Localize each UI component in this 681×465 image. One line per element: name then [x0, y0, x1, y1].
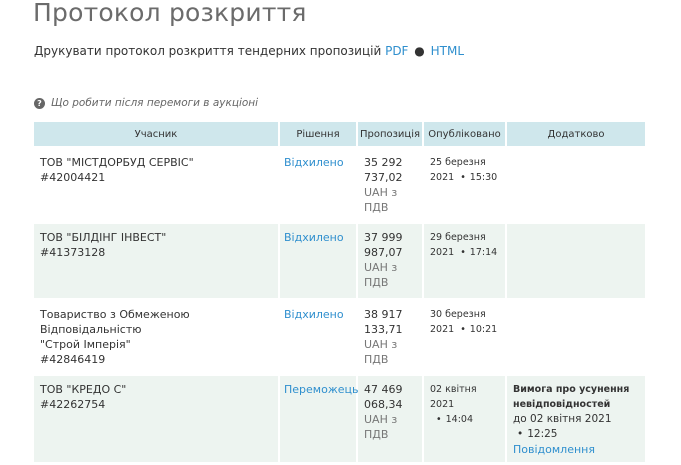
complaint-due-date: до 02 квітня 2021 [513, 413, 612, 425]
published-date: 25 березня [430, 157, 486, 168]
offer-currency: UAH з [364, 186, 398, 199]
participant-name: ТОВ "БІЛДІНГ ІНВЕСТ" [40, 231, 167, 244]
additional-cell [505, 301, 645, 373]
offer-currency: UAH з [364, 413, 398, 426]
page-title: Протокол розкриття [33, 0, 307, 27]
print-protocol-text: Друкувати протокол розкриття тендерних п… [34, 44, 382, 58]
published-time: 17:14 [469, 247, 498, 258]
participant-cell: ТОВ "МІСТДОРБУД СЕРВІС" #42004421 [34, 149, 278, 221]
decision-link[interactable]: Переможець [284, 383, 358, 396]
header-published: Опубліковано [422, 122, 505, 146]
bullet: • [460, 172, 466, 183]
table-row: ТОВ "МІСТДОРБУД СЕРВІС" #42004421 Відхил… [34, 149, 645, 221]
print-protocol-line: Друкувати протокол розкриття тендерних п… [34, 44, 464, 58]
offer-cell: 37 999 987,07 UAH з ПДВ [356, 224, 422, 298]
published-year: 2021 [430, 324, 455, 335]
bullet: • [460, 324, 466, 335]
header-participant: Учасник [34, 122, 278, 146]
published-date: 30 березня [430, 309, 486, 320]
offer-vat: ПДВ [364, 353, 389, 366]
offer-amount-part2: 133,71 [364, 323, 403, 336]
header-decision: Рішення [278, 122, 356, 146]
offer-amount-part2: 737,02 [364, 171, 403, 184]
complaint-title-line2: невідповідностей [513, 399, 611, 410]
published-time: 15:30 [469, 172, 498, 183]
published-cell: 29 березня 2021 • 17:14 [422, 224, 505, 298]
published-cell: 25 березня 2021 • 15:30 [422, 149, 505, 221]
participant-cell: Товариство з Обмеженою Відповідальністю … [34, 301, 278, 373]
bids-table: Учасник Рішення Пропозиція Опубліковано … [34, 119, 645, 465]
html-link[interactable]: HTML [431, 44, 464, 58]
offer-vat: ПДВ [364, 201, 389, 214]
offer-vat: ПДВ [364, 428, 389, 441]
header-additional: Додатково [505, 122, 645, 146]
table-row: Товариство з Обмеженою Відповідальністю … [34, 301, 645, 373]
published-cell: 02 квітня 2021 • 14:04 [422, 376, 505, 462]
participant-cell: ТОВ "БІЛДІНГ ІНВЕСТ" #41373128 [34, 224, 278, 298]
participant-code: #42262754 [40, 398, 106, 411]
bullet: • [517, 428, 524, 440]
offer-vat: ПДВ [364, 276, 389, 289]
complaint-due-time: 12:25 [527, 428, 558, 440]
participant-name-line1: Товариство з Обмеженою Відповідальністю [40, 308, 190, 336]
offer-amount-part1: 37 999 [364, 231, 403, 244]
participant-cell: ТОВ "КРЕДО С" #42262754 [34, 376, 278, 462]
decision-cell: Відхилено [278, 301, 356, 373]
participant-name: ТОВ "КРЕДО С" [40, 383, 127, 396]
participant-name: ТОВ "МІСТДОРБУД СЕРВІС" [40, 156, 194, 169]
decision-link[interactable]: Відхилено [284, 308, 344, 321]
question-circle-icon: ? [34, 97, 45, 109]
offer-cell: 35 292 737,02 UAH з ПДВ [356, 149, 422, 221]
help-text[interactable]: Що робити після перемоги в аукціоні [51, 97, 258, 109]
table-row: ТОВ "КРЕДО С" #42262754 Переможець 47 46… [34, 376, 645, 462]
published-date: 02 квітня 2021 [430, 384, 477, 410]
offer-cell: 38 917 133,71 UAH з ПДВ [356, 301, 422, 373]
offer-currency: UAH з [364, 261, 398, 274]
participant-code: #42004421 [40, 171, 106, 184]
published-year: 2021 [430, 172, 455, 183]
participant-name-line2: "Строй Імперія" [40, 338, 131, 351]
complaint-title-line1: Вимога про усунення [513, 384, 630, 395]
decision-cell: Переможець [278, 376, 358, 462]
decision-cell: Відхилено [278, 224, 356, 298]
published-time: 10:21 [469, 324, 498, 335]
decision-link[interactable]: Відхилено [284, 156, 344, 169]
additional-cell: Вимога про усунення невідповідностей до … [505, 376, 645, 462]
help-link[interactable]: ? Що робити після перемоги в аукціоні [34, 97, 258, 109]
published-year: 2021 [430, 247, 455, 258]
decision-link[interactable]: Відхилено [284, 231, 344, 244]
offer-amount-part1: 35 292 [364, 156, 403, 169]
offer-amount-part1: 47 469 [364, 383, 403, 396]
additional-cell [505, 149, 645, 221]
published-time: 14:04 [445, 414, 473, 425]
published-cell: 30 березня 2021 • 10:21 [422, 301, 505, 373]
published-date: 29 березня [430, 232, 486, 243]
header-offer: Пропозиція [356, 122, 422, 146]
offer-amount-part2: 068,34 [364, 398, 403, 411]
table-header-row: Учасник Рішення Пропозиція Опубліковано … [34, 122, 645, 146]
additional-cell [505, 224, 645, 298]
table-row: ТОВ "БІЛДІНГ ІНВЕСТ" #41373128 Відхилено… [34, 224, 645, 298]
offer-amount-part1: 38 917 [364, 308, 403, 321]
separator-dot: ● [414, 44, 425, 58]
offer-cell: 47 469 068,34 UAH з ПДВ [356, 376, 422, 462]
bullet: • [460, 247, 466, 258]
bullet: • [436, 414, 442, 425]
pdf-link[interactable]: PDF [385, 44, 408, 58]
offer-currency: UAH з [364, 338, 398, 351]
offer-amount-part2: 987,07 [364, 246, 403, 259]
participant-code: #41373128 [40, 246, 106, 259]
decision-cell: Відхилено [278, 149, 356, 221]
participant-code: #42846419 [40, 353, 106, 366]
